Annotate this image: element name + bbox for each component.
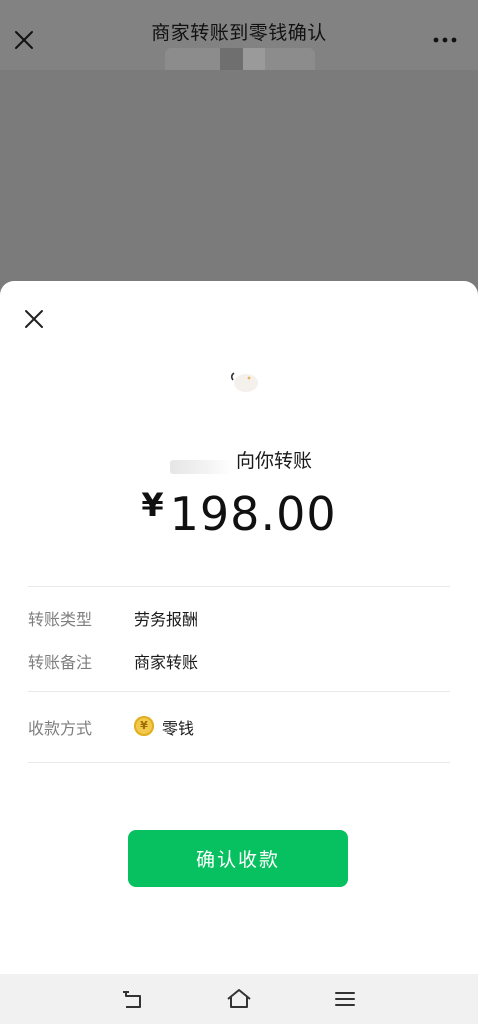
payer-text: 向你转账 (236, 450, 313, 472)
background-overlay (0, 70, 478, 300)
detail-value: 商家转账 (134, 653, 199, 672)
change-coin-icon: ¥ (134, 716, 154, 736)
page-title: 商家转账到零钱确认 (151, 22, 327, 44)
close-icon[interactable] (22, 307, 46, 331)
home-icon[interactable] (225, 985, 253, 1013)
confirm-receive-button[interactable]: 确认收款 (128, 830, 348, 887)
divider (28, 762, 450, 763)
divider (28, 586, 450, 587)
transfer-confirm-sheet: 向你转账 ¥198.00 转账类型 劳务报酬 转账备注 商家转账 收款方式 ¥ … (0, 281, 478, 974)
detail-label: 转账类型 (28, 610, 93, 629)
transfer-amount: ¥198.00 (0, 486, 478, 542)
payment-method-value: 零钱 (162, 719, 195, 738)
divider (28, 691, 450, 692)
system-nav-bar (0, 974, 478, 1024)
detail-value: 劳务报酬 (134, 610, 199, 629)
menu-icon[interactable] (331, 985, 359, 1013)
currency-symbol: ¥ (141, 486, 164, 524)
more-horizontal-icon[interactable] (432, 30, 458, 50)
payment-method-label: 收款方式 (28, 719, 93, 738)
amount-value: 198.00 (169, 487, 337, 541)
back-icon[interactable] (119, 985, 147, 1013)
payer-name-redacted (170, 460, 232, 474)
detail-label: 转账备注 (28, 653, 93, 672)
merchant-avatar (230, 372, 258, 392)
